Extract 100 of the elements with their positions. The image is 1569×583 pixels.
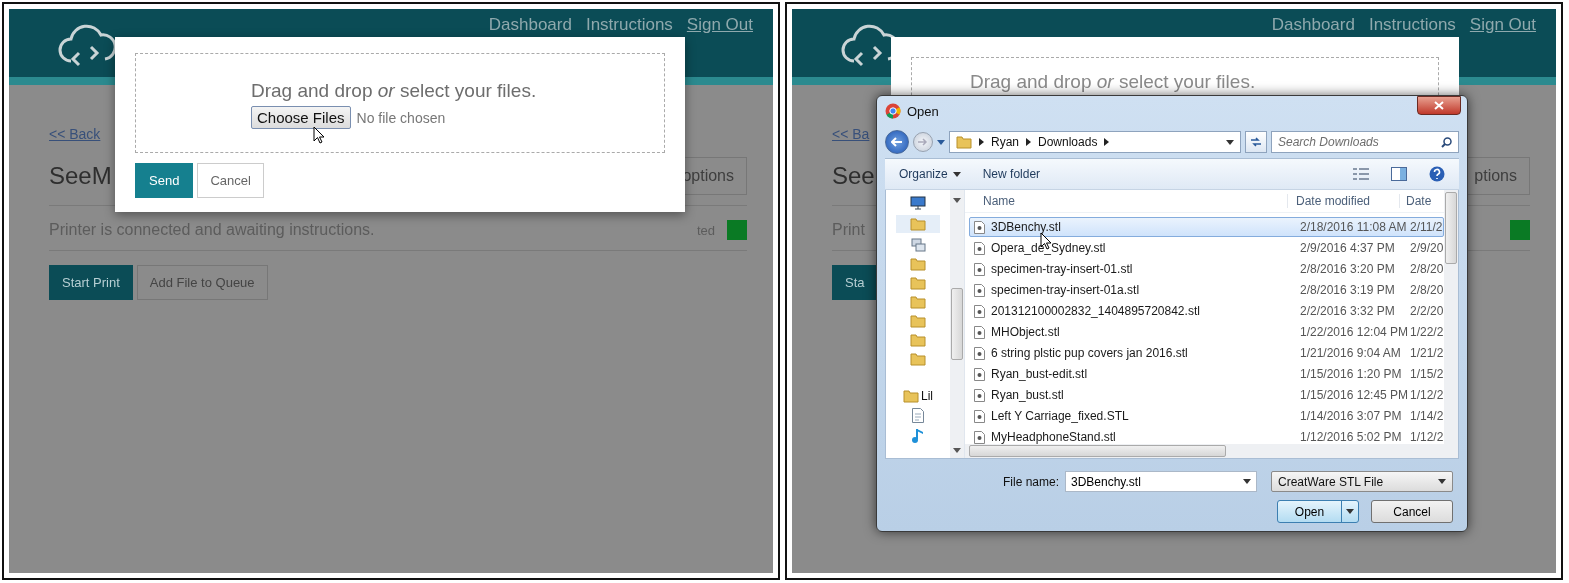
printer-title: SeeM [49,162,112,190]
file-row[interactable]: Opera_de_Sydney.stl 2/9/2016 4:37 PM 2/9/20 [969,238,1444,258]
file-row[interactable]: specimen-tray-insert-01a.stl 2/8/2016 3:19 PM 2/8/20 [969,280,1444,300]
column-header[interactable]: Name [965,194,1287,208]
network-icon[interactable] [910,238,926,252]
back-button[interactable] [885,130,909,154]
file-name: 6 string plstic pup covers jan 2016.stl [970,346,1292,360]
send-button[interactable]: Send [135,163,194,198]
caret-icon [953,448,961,453]
forward-button[interactable] [913,132,933,152]
cancel-button[interactable]: Cancel [197,163,264,198]
date-cell-text: 1/12/2 [1409,430,1444,444]
file-row[interactable]: Left Y Carriage_fixed.STL 1/14/2016 3:07 PM 1/14/2 [969,406,1444,426]
folder-icon[interactable] [910,257,926,271]
close-button[interactable] [1417,96,1461,115]
file-name: Ryan_bust-edit.stl [970,367,1292,381]
dialog-title: Open [907,103,939,119]
file-icon [974,430,985,444]
drop-prompt: Drag and drop or select your files. [251,80,538,102]
file-name: MyHeadphoneStand.stl [970,430,1292,444]
file-status: No file chosen [356,109,446,126]
date-cell-text: 1/15/2 [1409,367,1444,381]
nav-link[interactable]: Dashboard [488,15,572,35]
date-cell-text: 1/22/2 [1409,325,1444,339]
search-icon [1441,136,1452,148]
file-row[interactable]: Ryan_bust.stl 1/15/2016 12:45 PM 1/12/2 [969,385,1444,405]
breadcrumb-item[interactable]: Downloads [1038,135,1098,149]
date-cell-text: 2/2/20 [1409,304,1444,318]
file-name: 3DBenchy.stl [970,220,1292,234]
choose-files-button[interactable]: Choose Files [251,106,351,129]
caret-icon [1243,479,1251,484]
date-cell-text: 1/12/2 [1409,388,1444,402]
preview-pane-icon[interactable] [1391,167,1407,181]
file-name: specimen-tray-insert-01a.stl [970,283,1292,297]
folder-icon[interactable] [910,352,926,366]
file-type-dropdown[interactable]: CreatWare STL File [1271,471,1453,492]
file-icon [974,220,985,234]
date-cell-text: 2/11/2 [1409,220,1444,234]
folder-icon[interactable] [910,295,926,309]
scrollbar-thumb[interactable] [969,445,1226,457]
forward-arrow-icon [918,138,928,146]
start-button[interactable]: Start Print [49,265,133,300]
downloads-folder-icon[interactable] [910,217,926,231]
help-icon[interactable] [1429,166,1445,182]
file-row[interactable]: 6 string plstic pup covers jan 2016.stl 1/21/2016 9:04 AM 1/21/2 [969,343,1444,363]
chevron-icon [979,138,984,146]
folder-icon[interactable] [910,314,926,328]
open-button[interactable]: Open [1277,500,1359,523]
chevron-icon [1026,138,1031,146]
file-icon [974,409,985,423]
nav-link[interactable]: Dashboard [1271,15,1355,35]
new-folder-button[interactable]: New folder [982,167,1041,181]
caret-icon [1438,479,1446,484]
file-row[interactable]: MyHeadphoneStand.stl 1/12/2016 5:02 PM 1/12/2 [969,427,1444,444]
date-cell-text: 2/8/20 [1409,262,1444,276]
file-icon [974,325,985,339]
date-modified: 2/2/2016 3:32 PM [1299,304,1396,318]
folder-icon[interactable] [956,135,972,149]
document-icon[interactable] [912,408,924,423]
app-icon [885,103,901,119]
close-icon [1434,101,1444,110]
file-name-field[interactable]: 3DBenchy.stl [1065,471,1257,492]
search-field[interactable]: Search Downloads [1271,131,1459,153]
file-icon [974,346,985,360]
nav-link[interactable]: Instructions [585,15,673,35]
file-name: Ryan_bust.stl [970,388,1292,402]
nav-link[interactable]: Instructions [1368,15,1456,35]
view-list-icon[interactable] [1353,168,1369,180]
date-modified: 2/9/2016 4:37 PM [1299,241,1396,255]
file-row[interactable]: 201312100002832_1404895720842.stl 2/2/2016 3:32 PM 2/2/20 [969,301,1444,321]
folder-icon[interactable] [910,333,926,347]
status-indicator-icon [1510,220,1530,240]
search-input[interactable]: Search Downloads [1278,135,1428,149]
address-bar[interactable]: Ryan Downloads [949,131,1241,153]
organize-menu[interactable]: Organize [899,167,961,181]
file-row[interactable]: MHObject.stl 1/22/2016 12:04 PM 1/22/2 [969,322,1444,342]
start-button[interactable]: Sta [832,265,878,300]
folder-icon[interactable] [910,276,926,290]
refresh-button[interactable] [1245,131,1267,153]
file-icon [974,262,985,276]
breadcrumb-item[interactable]: Ryan [991,135,1019,149]
date-cell-text: 1/14/2 [1409,409,1444,423]
music-note-icon[interactable] [912,428,924,443]
file-row[interactable]: Ryan_bust-edit.stl 1/15/2016 1:20 PM 1/15/2 [969,364,1444,384]
cancel-button[interactable]: Cancel [1371,500,1453,523]
column-header[interactable]: Date [1399,194,1443,208]
nav-link[interactable]: Sign Out [1469,15,1536,35]
nav-link[interactable]: Sign Out [686,15,753,35]
caret-icon [1226,139,1234,145]
file-row[interactable]: specimen-tray-insert-01.stl 2/8/2016 3:20 PM 2/8/20 [969,259,1444,279]
desktop-icon[interactable] [910,196,926,210]
back-arrow-icon [891,137,903,147]
library-label[interactable]: Lil [921,389,933,403]
column-header[interactable]: Date modified [1287,194,1399,208]
scrollbar-thumb[interactable] [951,288,963,360]
scrollbar-thumb[interactable] [1445,192,1457,264]
drop-zone[interactable]: Drag and drop or select your files. Choose Files No file chosen [135,53,665,153]
library-folder-icon[interactable] [903,389,919,403]
date-modified: 1/15/2016 1:20 PM [1299,367,1403,381]
date-cell-text: 1/21/2 [1409,346,1444,360]
